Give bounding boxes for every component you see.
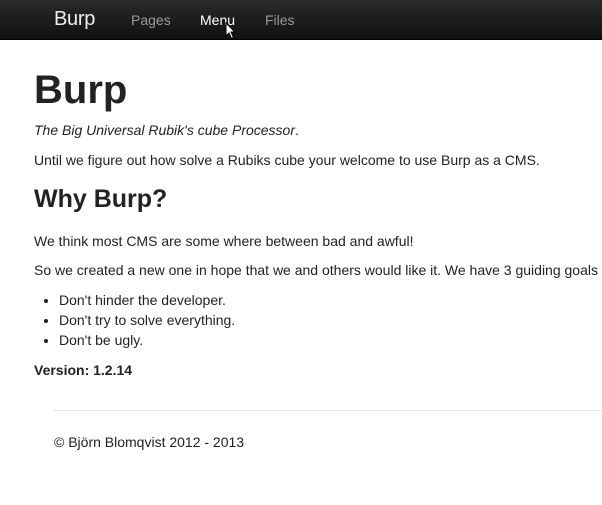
why-paragraph-1: We think most CMS are some where between… [34, 233, 414, 249]
tagline-suffix: . [295, 122, 299, 138]
list-item: Don't hinder the developer. [59, 290, 235, 310]
version-text: Version: 1.2.14 [34, 362, 133, 378]
nav-link-files[interactable]: Files [265, 12, 295, 28]
list-item: Don't try to solve everything. [59, 310, 235, 330]
tagline: The Big Universal Rubik's cube Processor… [34, 122, 299, 138]
footer-divider [54, 410, 602, 411]
list-item: Don't be ugly. [59, 330, 235, 350]
goals-list: Don't hinder the developer. Don't try to… [34, 290, 235, 350]
mouse-pointer-icon [225, 22, 237, 40]
tagline-italic: The Big Universal Rubik's cube Processor [34, 122, 296, 138]
page-title: Burp [34, 68, 128, 112]
intro-paragraph: Until we figure out how solve a Rubiks c… [34, 152, 540, 168]
nav-link-pages[interactable]: Pages [131, 12, 171, 28]
why-paragraph-2: So we created a new one in hope that we … [34, 262, 598, 278]
top-navbar: Burp Pages Menu Files [0, 0, 602, 40]
footer-copyright: © Björn Blomqvist 2012 - 2013 [54, 434, 245, 450]
brand-link[interactable]: Burp [54, 8, 95, 31]
section-heading: Why Burp? [34, 185, 168, 213]
